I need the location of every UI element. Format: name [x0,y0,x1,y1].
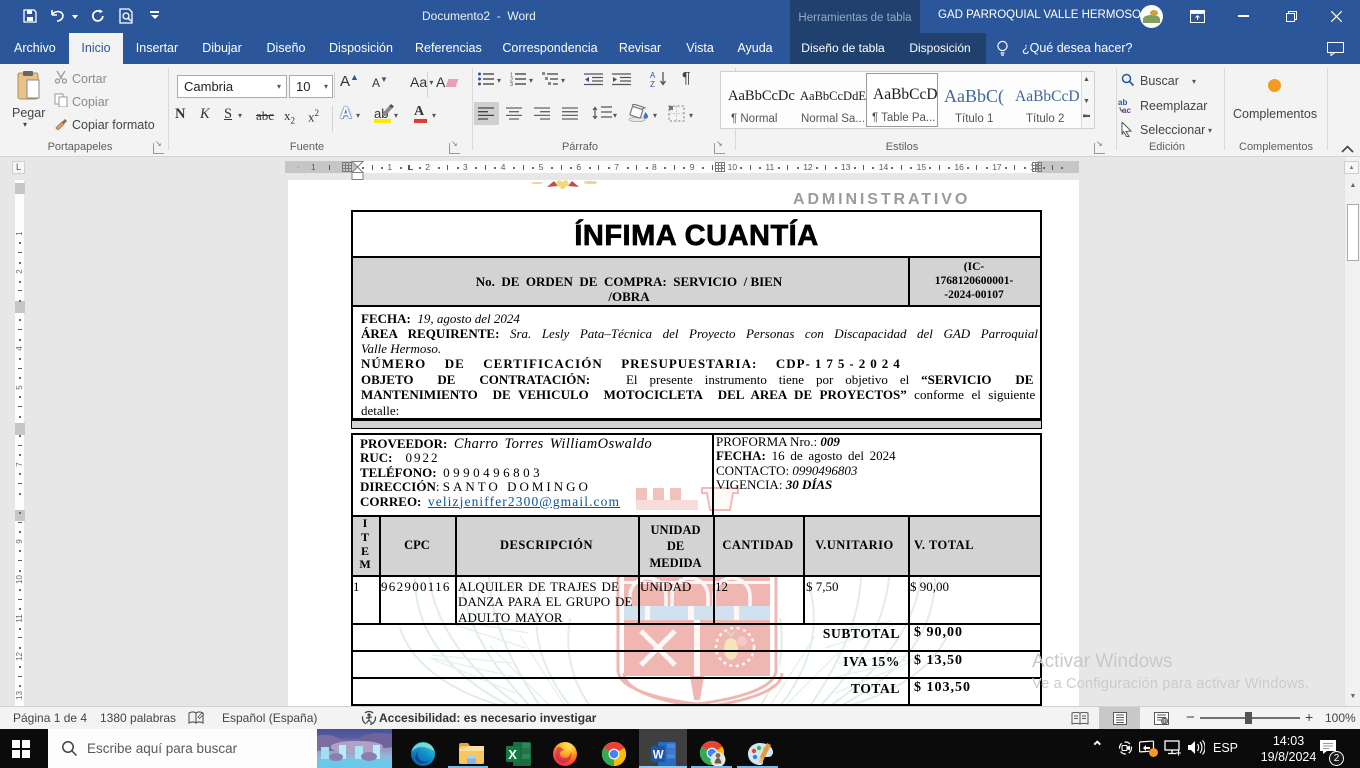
svg-text:A: A [650,71,656,80]
svg-text:X: X [508,747,517,762]
svg-text:ac: ac [1122,106,1131,113]
svg-text:3: 3 [510,82,513,86]
svg-text:Z: Z [650,80,655,87]
svg-text:W: W [653,750,664,762]
